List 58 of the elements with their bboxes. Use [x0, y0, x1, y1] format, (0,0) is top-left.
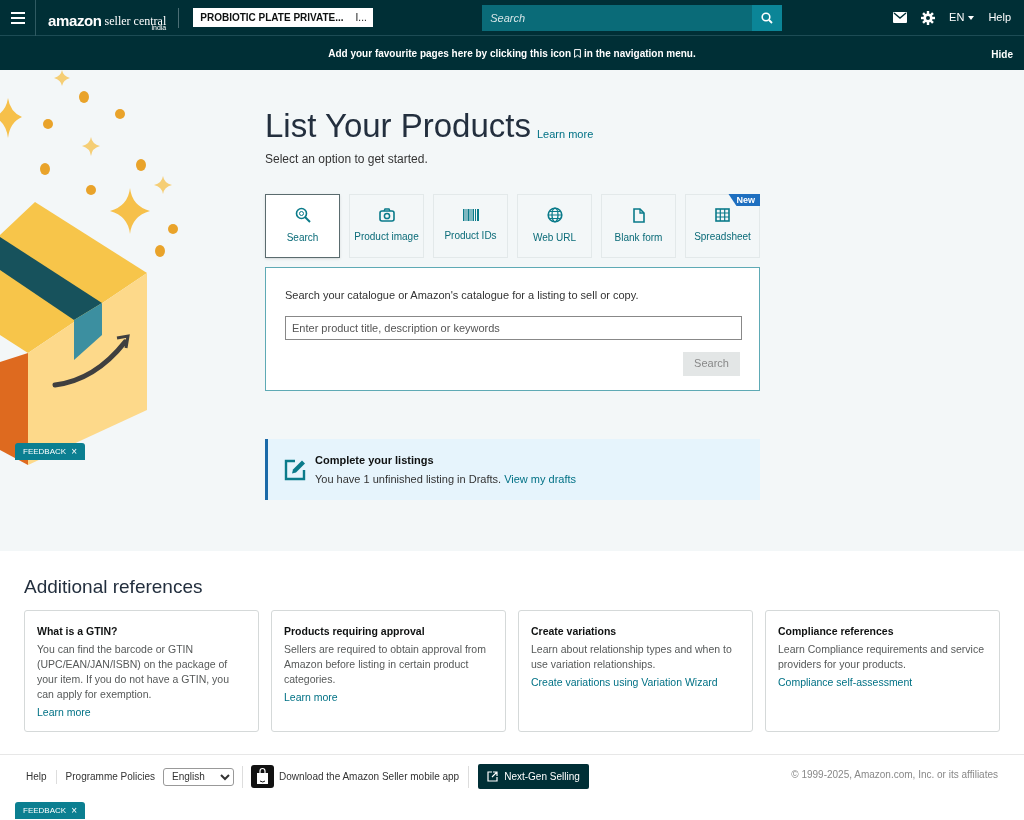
learn-more-link[interactable]: Learn more [537, 125, 594, 142]
spreadsheet-icon [715, 208, 730, 222]
search-icon [294, 207, 311, 223]
settings-icon[interactable] [921, 10, 936, 25]
card-text: Learn about relationship types and when to use variation relationships. [531, 642, 733, 672]
feedback-button[interactable]: FEEDBACK × [15, 443, 85, 460]
shopping-bag-icon[interactable] [251, 765, 275, 788]
caret-icon [968, 15, 975, 20]
account-switcher[interactable]: PROBIOTIC PLATE PRIVATE... I... [193, 8, 374, 27]
footer-link[interactable]: Help [26, 769, 47, 784]
card-text: Sellers are required to obtain approval from Amazon before listing in certain product categories. [284, 642, 487, 687]
feedback-button[interactable]: FEEDBACK × [15, 802, 85, 819]
listing-option-tab[interactable]: Product image [349, 194, 424, 258]
footer-link[interactable]: Programme Policies [65, 769, 156, 784]
card-title: What is a GTIN? [37, 624, 119, 639]
card-title: Products requiring approval [284, 624, 426, 639]
next-gen-selling-button[interactable]: Next-Gen Selling [478, 764, 589, 789]
card-link[interactable]: Learn more [37, 705, 91, 720]
language-selector[interactable]: EN [949, 9, 975, 26]
page-title: List Your Products [265, 106, 531, 146]
listing-option-tab[interactable]: Web URL [517, 194, 592, 258]
external-link-icon [487, 771, 499, 782]
favourites-tip: Add your favourite pages here by clicking this icon in the navigation menu. [328, 46, 696, 61]
language-select[interactable]: English [163, 767, 235, 786]
close-icon[interactable]: × [71, 803, 77, 818]
listing-option-tab[interactable]: Blank form [601, 194, 676, 258]
listing-option-tab[interactable]: New Spreadsheet [685, 194, 760, 258]
search-prompt: Search your catalogue or Amazon's catalogue for a listing to sell or copy. [285, 288, 640, 303]
card-link[interactable]: Compliance self-assessment [778, 675, 913, 690]
new-badge: New [728, 194, 760, 206]
drafts-title: Complete your listings [315, 453, 435, 468]
card-title: Create variations [531, 624, 618, 639]
globe-icon [546, 207, 563, 223]
listing-option-tab[interactable]: Product IDs [433, 194, 508, 258]
close-icon[interactable]: × [71, 444, 77, 459]
card-text: You can find the barcode or GTIN (UPC/EAN/JAN/ISBN) on the package of your item. If you do not have a GTIN, you can apply for exemption. [37, 642, 230, 702]
mail-icon[interactable] [893, 12, 908, 23]
help-link[interactable]: Help [988, 9, 1011, 26]
product-search-field[interactable]: Enter product title, description or keywords [285, 315, 742, 340]
section-title: Additional references [24, 575, 204, 599]
bookmark-icon [574, 48, 582, 58]
card-text: Learn Compliance requirements and service providers for your products. [778, 642, 986, 672]
copyright-text: © 1999-2025, Amazon.com, Inc. or its affiliates [791, 768, 998, 782]
view-drafts-link[interactable]: View my drafts [504, 472, 577, 485]
search-icon[interactable] [752, 4, 783, 31]
camera-icon [378, 208, 395, 222]
mobile-app-link[interactable]: Download the Amazon Seller mobile app [279, 769, 460, 784]
page-subtitle: Select an option to get started. [265, 151, 429, 168]
barcode-icon [462, 209, 479, 221]
edit-icon [284, 458, 306, 481]
card-link[interactable]: Learn more [284, 690, 338, 705]
listing-option-tab[interactable]: Search [265, 194, 340, 258]
document-icon [632, 207, 645, 223]
card-link[interactable]: Create variations using Variation Wizard [531, 675, 718, 690]
drafts-text: You have 1 unfinished listing in Drafts. [315, 472, 502, 485]
search-field[interactable]: Search [482, 4, 753, 31]
card-title: Compliance references [778, 624, 895, 639]
hide-link[interactable]: Hide [991, 47, 1013, 62]
